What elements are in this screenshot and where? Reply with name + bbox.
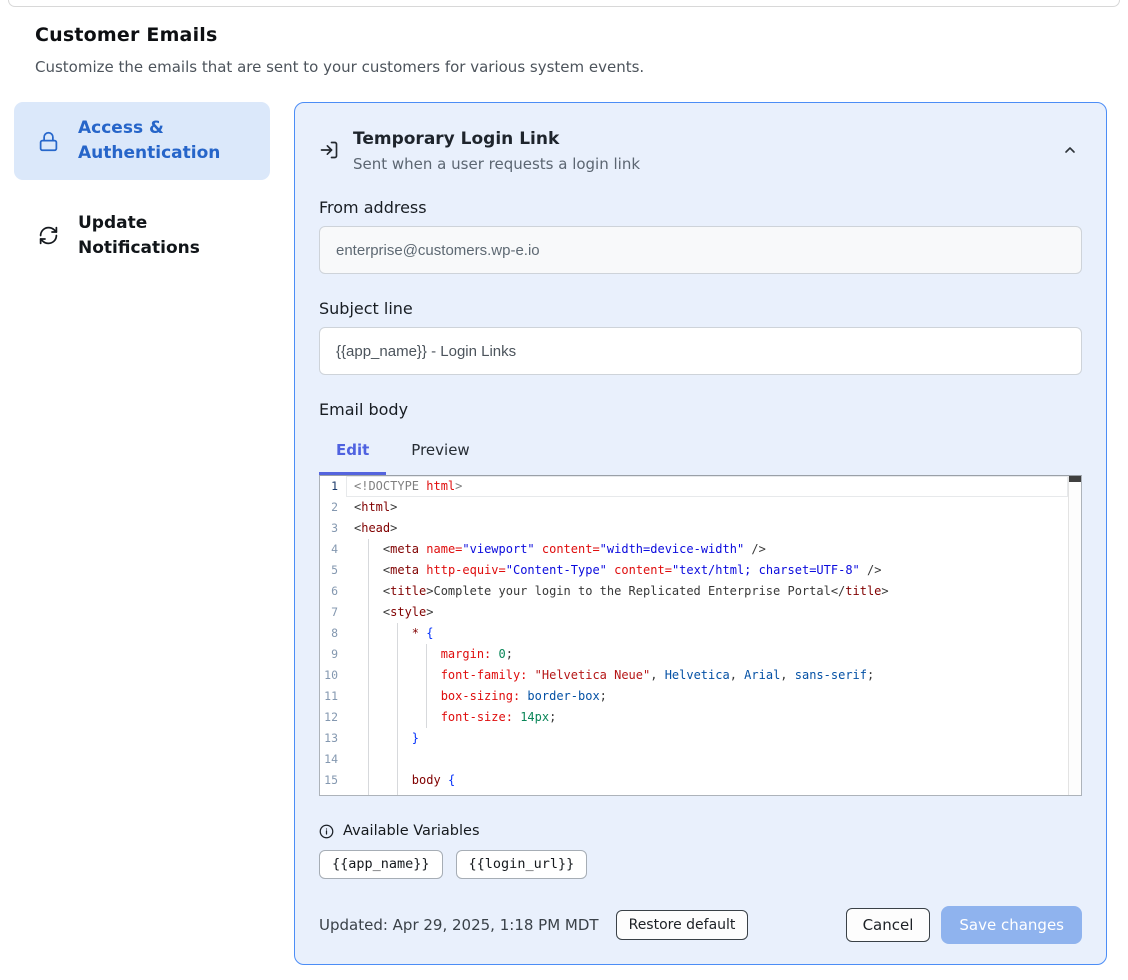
page-subtitle: Customize the emails that are sent to yo…	[35, 58, 1093, 76]
sidebar-item-update-notifications[interactable]: Update Notifications	[14, 197, 270, 274]
sidebar: Access & Authentication Update Notificat…	[14, 102, 270, 274]
code-line[interactable]: 5 <meta http-equiv="Content-Type" conten…	[320, 560, 1081, 581]
line-number: 12	[320, 707, 346, 728]
line-number: 13	[320, 728, 346, 749]
line-number: 3	[320, 518, 346, 539]
restore-default-button[interactable]: Restore default	[616, 910, 749, 940]
line-number: 8	[320, 623, 346, 644]
lock-icon	[38, 131, 59, 152]
line-number: 16	[320, 791, 346, 796]
code-line[interactable]: 16 background-color: #f6f6f6;	[320, 791, 1081, 796]
page-title: Customer Emails	[35, 24, 1093, 46]
code-line[interactable]: 2<html>	[320, 497, 1081, 518]
line-number: 6	[320, 581, 346, 602]
line-number: 9	[320, 644, 346, 665]
line-number: 14	[320, 749, 346, 770]
code-line-text: font-size: 14px;	[346, 707, 556, 728]
line-number: 1	[320, 476, 346, 497]
info-icon	[319, 824, 334, 839]
line-number: 15	[320, 770, 346, 791]
code-line[interactable]: 1<!DOCTYPE html>	[320, 476, 1081, 497]
temporary-login-link-panel: Temporary Login Link Sent when a user re…	[294, 102, 1107, 965]
code-line[interactable]: 10 font-family: "Helvetica Neue", Helvet…	[320, 665, 1081, 686]
code-line-text: font-family: "Helvetica Neue", Helvetica…	[346, 665, 874, 686]
code-lines: 1<!DOCTYPE html>2<html>3<head>4 <meta na…	[320, 476, 1081, 796]
code-line[interactable]: 13 }	[320, 728, 1081, 749]
code-line-text: body {	[346, 770, 455, 791]
available-variables-row: Available Variables	[319, 823, 1082, 839]
code-line[interactable]: 4 <meta name="viewport" content="width=d…	[320, 539, 1081, 560]
sidebar-item-label: Access & Authentication	[78, 116, 243, 165]
panel-title: Temporary Login Link	[353, 129, 640, 149]
editor-scrollbar-thumb[interactable]	[1069, 476, 1081, 482]
line-number: 5	[320, 560, 346, 581]
sidebar-item-access-authentication[interactable]: Access & Authentication	[14, 102, 270, 180]
sync-icon	[38, 225, 59, 246]
line-number: 2	[320, 497, 346, 518]
code-line-text: <head>	[346, 518, 397, 539]
code-line-text: margin: 0;	[346, 644, 513, 665]
code-line[interactable]: 14	[320, 749, 1081, 770]
panel-subtitle: Sent when a user requests a login link	[353, 155, 640, 173]
code-line-text: <html>	[346, 497, 397, 518]
from-address-input[interactable]	[319, 226, 1082, 274]
editor-scrollbar[interactable]	[1068, 476, 1081, 795]
log-in-icon	[319, 140, 339, 160]
page-header: Customer Emails Customize the emails tha…	[0, 7, 1128, 76]
content-row: Access & Authentication Update Notificat…	[14, 102, 1107, 965]
email-body-label: Email body	[319, 400, 1082, 419]
cancel-button[interactable]: Cancel	[846, 908, 931, 942]
line-number: 7	[320, 602, 346, 623]
variable-chips: {{app_name}} {{login_url}}	[319, 850, 1082, 879]
code-line-text: <meta name="viewport" content="width=dev…	[346, 539, 766, 560]
code-line[interactable]: 3<head>	[320, 518, 1081, 539]
code-line-text: box-sizing: border-box;	[346, 686, 607, 707]
available-variables-label: Available Variables	[343, 823, 480, 839]
code-line-text	[346, 749, 354, 770]
code-line-text: <!DOCTYPE html>	[346, 476, 462, 497]
email-body-tabs: Edit Preview	[319, 436, 1082, 475]
panel-header-text: Temporary Login Link Sent when a user re…	[353, 129, 640, 173]
save-changes-button[interactable]: Save changes	[941, 906, 1082, 944]
panel-footer: Updated: Apr 29, 2025, 1:18 PM MDT Resto…	[319, 906, 1082, 946]
tab-preview[interactable]: Preview	[394, 436, 486, 475]
subject-line-input[interactable]	[319, 327, 1082, 375]
code-line[interactable]: 12 font-size: 14px;	[320, 707, 1081, 728]
code-line-text: <title>Complete your login to the Replic…	[346, 581, 889, 602]
code-line[interactable]: 15 body {	[320, 770, 1081, 791]
code-line-text: <meta http-equiv="Content-Type" content=…	[346, 560, 881, 581]
from-address-label: From address	[319, 198, 1082, 217]
code-line[interactable]: 11 box-sizing: border-box;	[320, 686, 1081, 707]
code-line[interactable]: 9 margin: 0;	[320, 644, 1081, 665]
variable-chip-login-url[interactable]: {{login_url}}	[456, 850, 588, 879]
subject-line-label: Subject line	[319, 299, 1082, 318]
sidebar-item-label: Update Notifications	[78, 211, 243, 260]
code-line-text: * {	[346, 623, 434, 644]
line-number: 4	[320, 539, 346, 560]
code-line[interactable]: 8 * {	[320, 623, 1081, 644]
code-line-text: <style>	[346, 602, 433, 623]
code-editor[interactable]: 1<!DOCTYPE html>2<html>3<head>4 <meta na…	[319, 475, 1082, 796]
line-number: 10	[320, 665, 346, 686]
line-number: 11	[320, 686, 346, 707]
previous-panel-bottom-edge	[8, 0, 1120, 7]
code-line-text: background-color: #f6f6f6;	[346, 791, 629, 796]
chevron-up-icon	[1062, 142, 1078, 158]
variable-chip-app-name[interactable]: {{app_name}}	[319, 850, 443, 879]
code-line-text: }	[346, 728, 419, 749]
collapse-panel-button[interactable]	[1058, 138, 1082, 162]
code-line[interactable]: 7 <style>	[320, 602, 1081, 623]
updated-timestamp: Updated: Apr 29, 2025, 1:18 PM MDT	[319, 916, 599, 934]
code-line[interactable]: 6 <title>Complete your login to the Repl…	[320, 581, 1081, 602]
panel-header: Temporary Login Link Sent when a user re…	[319, 129, 1082, 173]
tab-edit[interactable]: Edit	[319, 436, 386, 475]
